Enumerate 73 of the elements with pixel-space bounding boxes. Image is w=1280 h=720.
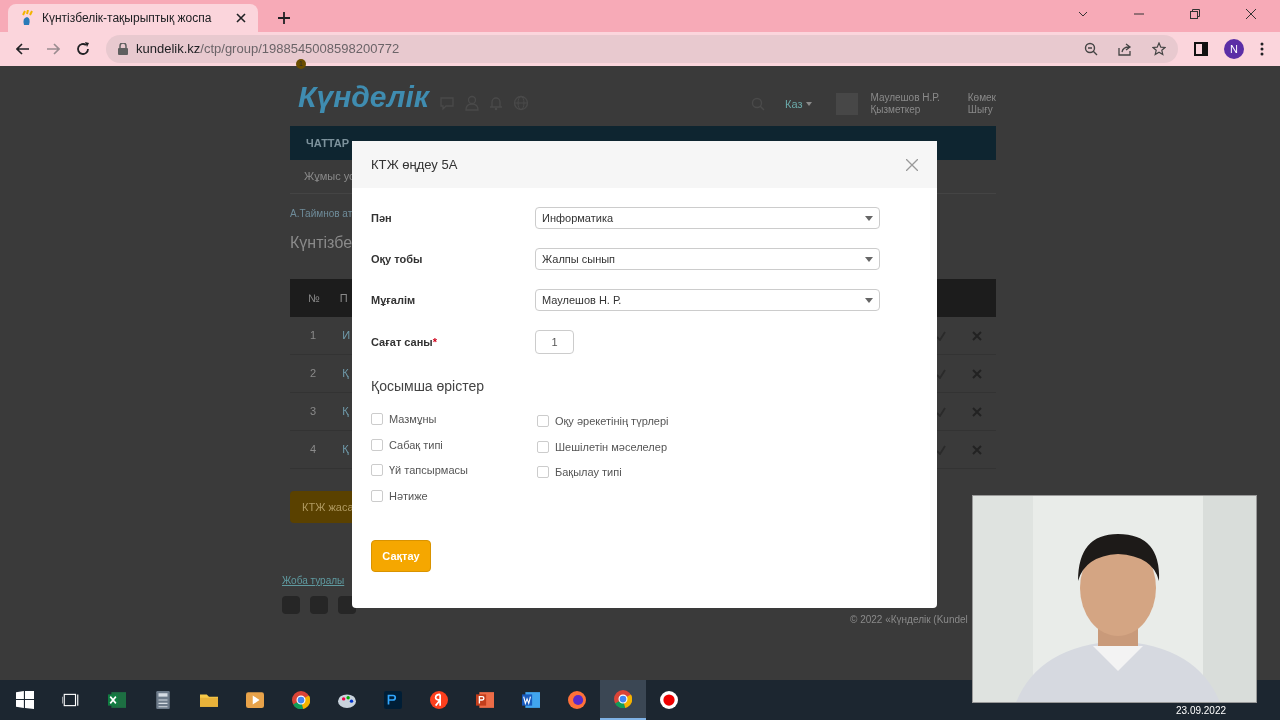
- checkbox-label: Мазмұны: [389, 412, 437, 427]
- user-role: Қызметкер: [870, 104, 922, 116]
- checkbox[interactable]: [371, 438, 383, 451]
- table-cell-text: 3: [310, 404, 317, 420]
- checkbox-label: Сабақ типі: [389, 437, 443, 453]
- table-cell-text: И: [342, 328, 351, 344]
- check-icon[interactable]: [936, 406, 946, 417]
- table-cell-text: 2: [310, 366, 317, 382]
- checkbox[interactable]: [371, 413, 383, 426]
- taskbar-date: 23.09.2022: [1176, 705, 1227, 717]
- checkbox-label: Бақылау типі: [555, 465, 622, 480]
- field-label: Оқу тобы: [371, 251, 424, 267]
- section-title: Қосымша өрістер: [371, 377, 486, 396]
- url-text: kundelik.kz/ctp/group/1988545008598200772: [136, 40, 401, 59]
- table-cell-text: Қ: [342, 442, 349, 458]
- checkbox[interactable]: [371, 464, 383, 477]
- lock-icon: [118, 43, 128, 55]
- caret-icon: [865, 215, 873, 221]
- help-link[interactable]: Көмек: [967, 92, 996, 104]
- close-icon[interactable]: [236, 13, 246, 23]
- dropdown[interactable]: Маулешов Н. Р.: [535, 289, 880, 311]
- back-icon[interactable]: [16, 43, 30, 55]
- check-icon[interactable]: [936, 330, 946, 341]
- zoom-out-icon[interactable]: [1084, 42, 1099, 56]
- checkbox-label: Шешілетін мәселелер: [555, 439, 667, 455]
- field-label: Мұғалім: [371, 292, 417, 308]
- caret-icon: [865, 297, 873, 303]
- check-icon[interactable]: [936, 444, 946, 455]
- checkbox[interactable]: [537, 415, 549, 428]
- dropdown[interactable]: Информатика: [535, 207, 880, 229]
- table-cell-text: Қ: [342, 404, 349, 420]
- browser-icon[interactable]: [600, 680, 646, 720]
- side-panel-icon[interactable]: [1194, 42, 1209, 56]
- close-icon[interactable]: [1246, 9, 1256, 19]
- forward-icon: [46, 43, 60, 55]
- nav-item[interactable]: ЧАТТАР: [306, 134, 350, 152]
- number-input[interactable]: 1: [535, 330, 574, 354]
- reload-icon[interactable]: [76, 42, 90, 56]
- table-cell-text: 1: [310, 328, 317, 344]
- checkbox-label: Оқу әрекетінің түрлері: [555, 414, 669, 429]
- checkbox[interactable]: [537, 440, 549, 453]
- checkbox-label: Нәтиже: [389, 488, 428, 504]
- profile-avatar[interactable]: N: [1224, 39, 1244, 59]
- restore-icon[interactable]: [1190, 9, 1200, 19]
- share-icon[interactable]: [1118, 42, 1133, 56]
- field-label: Пән: [371, 210, 393, 226]
- table-cell-text: 4: [310, 442, 317, 458]
- field-label: Сағат саны*: [371, 334, 439, 350]
- chevron-down-icon[interactable]: [1078, 11, 1088, 17]
- browser-tab[interactable]: Күнтізбелік-тақырыптық жоспа: [8, 4, 258, 32]
- site-icon: [20, 10, 34, 26]
- copyright-text: © 2022 «Күнделік (Kundel: [850, 613, 968, 627]
- page-heading: Күнтізбе: [290, 233, 354, 253]
- language-dropdown[interactable]: Каз: [785, 95, 803, 113]
- tab-title: Күнтізбелік-тақырыптық жоспа: [42, 10, 213, 27]
- checkbox-label: Үй тапсырмасы: [389, 463, 468, 478]
- caret-icon: [865, 256, 873, 262]
- checkbox[interactable]: [537, 466, 549, 479]
- checkbox[interactable]: [371, 489, 383, 502]
- logout-link[interactable]: Шығу: [967, 104, 996, 116]
- star-icon[interactable]: [1152, 42, 1167, 56]
- dropdown[interactable]: Жалпы сынып: [535, 248, 880, 270]
- caret-icon[interactable]: [806, 102, 813, 106]
- check-icon[interactable]: [936, 368, 946, 379]
- new-tab-icon[interactable]: [278, 12, 290, 24]
- table-cell-text: Қ: [342, 366, 349, 382]
- column-header: П: [339, 290, 348, 306]
- modal-title: КТЖ өңдеу 5А: [371, 155, 458, 174]
- column-header: №: [308, 290, 320, 306]
- menu-icon[interactable]: [1260, 42, 1264, 56]
- logo[interactable]: Күнделік: [298, 73, 430, 119]
- user-name[interactable]: Маулешов Н.Р.: [870, 92, 940, 104]
- address-bar[interactable]: kundelik.kz/ctp/group/1988545008598200772: [106, 35, 1179, 63]
